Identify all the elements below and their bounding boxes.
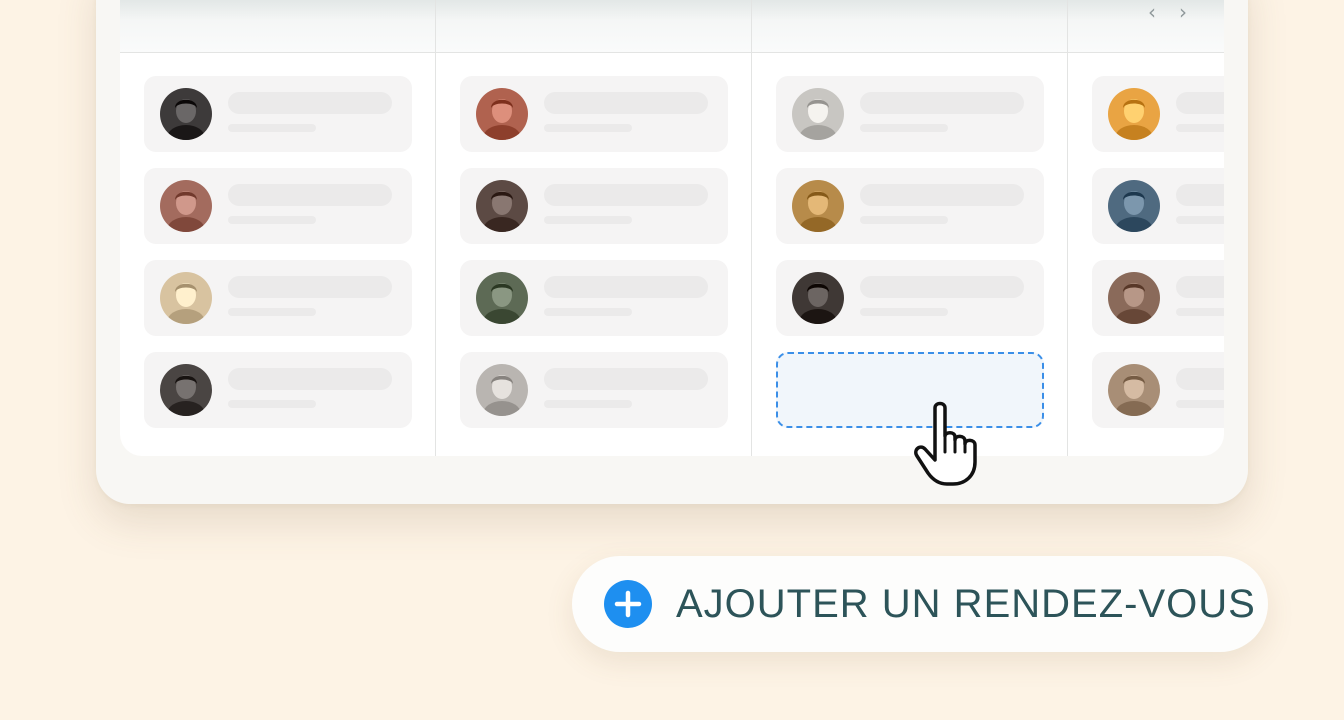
add-appointment-label: AJOUTER UN RENDEZ-VOUS [676,582,1256,626]
appointment-card[interactable] [776,168,1044,244]
avatar [160,180,212,232]
appointment-card[interactable] [1092,352,1224,428]
avatar [160,364,212,416]
placeholder-line [860,92,1024,114]
calendar-column-3 [776,76,1044,428]
avatar [792,88,844,140]
placeholder-line [1176,216,1224,224]
appointment-card[interactable] [776,76,1044,152]
placeholder-line [544,276,708,298]
calendar-screen: ‹ › [120,0,1224,456]
placeholder-line [228,216,316,224]
appointment-card[interactable] [460,352,728,428]
placeholder-line [228,184,392,206]
placeholder-line [860,184,1024,206]
placeholder-line [228,308,316,316]
placeholder-line [1176,368,1224,390]
placeholder-line [544,216,632,224]
placeholder-line [1176,400,1224,408]
placeholder-line [544,184,708,206]
placeholder-line [1176,276,1224,298]
placeholder-line [860,216,948,224]
placeholder-line [228,400,316,408]
placeholder-line [1176,308,1224,316]
placeholder-line [860,124,948,132]
avatar [792,180,844,232]
avatar [1108,180,1160,232]
calendar-column-1 [144,76,412,444]
appointment-card[interactable] [460,168,728,244]
calendar-column-4 [1092,76,1224,444]
empty-time-slot[interactable] [776,352,1044,428]
appointment-card[interactable] [460,260,728,336]
calendar-column-2 [460,76,728,444]
appointment-card[interactable] [460,76,728,152]
appointment-card[interactable] [1092,260,1224,336]
appointment-card[interactable] [144,260,412,336]
placeholder-line [1176,124,1224,132]
avatar [792,272,844,324]
column-divider [435,0,436,456]
add-appointment-button[interactable]: AJOUTER UN RENDEZ-VOUS [572,556,1268,652]
column-divider [751,0,752,456]
placeholder-line [228,92,392,114]
hand-pointer-icon [914,401,977,486]
appointment-card[interactable] [1092,76,1224,152]
placeholder-line [860,308,948,316]
placeholder-line [544,400,632,408]
avatar [1108,364,1160,416]
appointment-card[interactable] [144,168,412,244]
placeholder-line [544,124,632,132]
placeholder-line [860,276,1024,298]
placeholder-line [1176,92,1224,114]
placeholder-line [544,368,708,390]
placeholder-line [544,308,632,316]
avatar [1108,88,1160,140]
avatar [476,180,528,232]
placeholder-line [228,368,392,390]
column-divider [1067,0,1068,456]
plus-icon [604,580,652,628]
avatar [160,88,212,140]
placeholder-line [228,124,316,132]
avatar [476,88,528,140]
appointment-card[interactable] [144,76,412,152]
chevron-left-icon[interactable]: ‹ [1142,2,1162,22]
avatar [160,272,212,324]
placeholder-line [1176,184,1224,206]
avatar [476,364,528,416]
appointment-card[interactable] [776,260,1044,336]
appointment-card[interactable] [1092,168,1224,244]
appointment-card[interactable] [144,352,412,428]
chevron-right-icon[interactable]: › [1173,2,1193,22]
placeholder-line [544,92,708,114]
avatar [1108,272,1160,324]
placeholder-line [228,276,392,298]
avatar [476,272,528,324]
calendar-header: ‹ › [120,0,1224,53]
